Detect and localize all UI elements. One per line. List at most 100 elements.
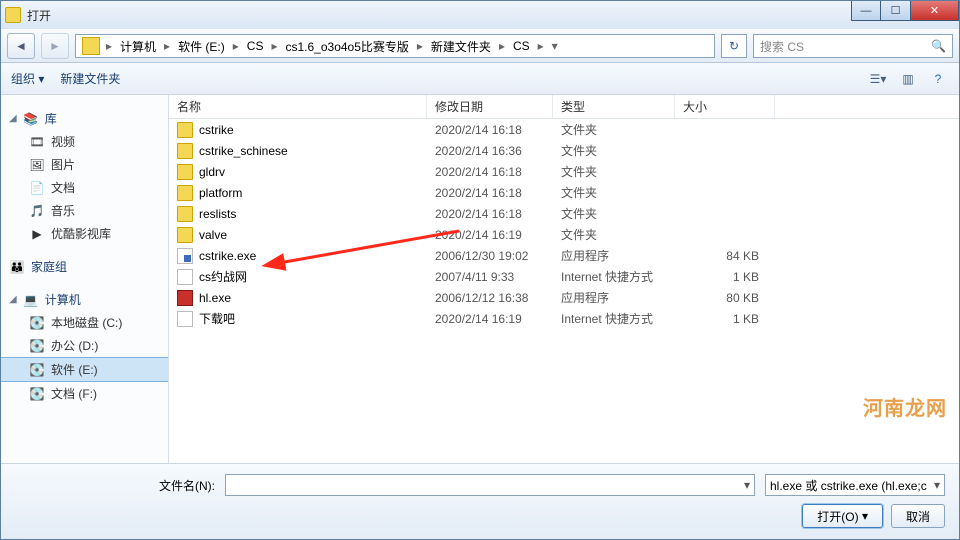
breadcrumb-item[interactable]: 软件 (E:) xyxy=(172,35,231,57)
file-row[interactable]: platform2020/2/14 16:18文件夹 xyxy=(169,182,959,203)
titlebar[interactable]: 打开 — ☐ ✕ xyxy=(1,1,959,29)
file-list-pane: 名称 修改日期 类型 大小 cstrike2020/2/14 16:18文件夹c… xyxy=(169,95,959,463)
column-type[interactable]: 类型 xyxy=(553,95,675,118)
organize-menu[interactable]: 组织 ▾ xyxy=(11,70,44,87)
file-row[interactable]: reslists2020/2/14 16:18文件夹 xyxy=(169,203,959,224)
file-name: hl.exe xyxy=(199,291,231,305)
folder-icon xyxy=(177,164,193,180)
open-dialog: 打开 — ☐ ✕ ◄ ► ▸ 计算机▸ 软件 (E:)▸ CS▸ cs1.6_o… xyxy=(0,0,960,540)
back-button[interactable]: ◄ xyxy=(7,33,35,59)
column-date[interactable]: 修改日期 xyxy=(427,95,553,118)
file-row[interactable]: cstrike_schinese2020/2/14 16:36文件夹 xyxy=(169,140,959,161)
file-type: 应用程序 xyxy=(553,247,675,264)
sidebar-item-drive-d[interactable]: 💽办公 (D:) xyxy=(1,334,168,357)
file-name: 下载吧 xyxy=(199,310,235,327)
column-name[interactable]: 名称 xyxy=(169,95,427,118)
file-size: 84 KB xyxy=(675,249,775,263)
chevron-right-icon: ▸ xyxy=(269,39,279,53)
bottom-panel: 文件名(N): ▾ hl.exe 或 cstrike.exe (hl.exe;c… xyxy=(1,463,959,539)
search-placeholder: 搜索 CS xyxy=(760,38,804,55)
sidebar-item-music[interactable]: 🎵音乐 xyxy=(1,199,168,222)
hl-icon xyxy=(177,290,193,306)
file-row[interactable]: cstrike.exe 2006/12/30 19:02应用程序84 KB xyxy=(169,245,959,266)
sidebar-item-drive-c[interactable]: 💽本地磁盘 (C:) xyxy=(1,311,168,334)
chevron-right-icon: ▸ xyxy=(536,39,546,53)
drive-icon: 💽 xyxy=(29,362,45,378)
youku-icon: ▶ xyxy=(29,226,45,242)
breadcrumb-item[interactable]: 新建文件夹 xyxy=(425,35,497,57)
file-row[interactable]: hl.exe2006/12/12 16:38应用程序80 KB xyxy=(169,287,959,308)
file-type: 文件夹 xyxy=(553,184,675,201)
folder-icon xyxy=(177,143,193,159)
computer-icon: 💻 xyxy=(23,292,39,308)
sidebar-computer[interactable]: ◢💻计算机 xyxy=(1,288,168,311)
help-button[interactable]: ? xyxy=(927,69,949,89)
forward-button[interactable]: ► xyxy=(41,33,69,59)
watermark: 河南龙网 xyxy=(863,392,947,421)
breadcrumb-item[interactable]: 计算机 xyxy=(114,35,162,57)
open-button[interactable]: 打开(O) ▾ xyxy=(802,504,883,528)
collapse-icon: ◢ xyxy=(9,294,17,305)
chevron-right-icon: ▸ xyxy=(162,39,172,53)
file-date: 2006/12/30 19:02 xyxy=(427,249,553,263)
url-icon xyxy=(177,311,193,327)
column-size[interactable]: 大小 xyxy=(675,95,775,118)
file-type: 文件夹 xyxy=(553,121,675,138)
sidebar-homegroup[interactable]: 👪家庭组 xyxy=(1,255,168,278)
sidebar-libraries[interactable]: ◢📚库 xyxy=(1,107,168,130)
file-date: 2006/12/12 16:38 xyxy=(427,291,553,305)
chevron-down-icon[interactable]: ▾ xyxy=(744,478,750,492)
sidebar-item-drive-e[interactable]: 💽软件 (E:) xyxy=(1,357,168,382)
new-folder-button[interactable]: 新建文件夹 xyxy=(60,70,120,87)
file-date: 2020/2/14 16:19 xyxy=(427,312,553,326)
window-title: 打开 xyxy=(27,7,51,24)
cancel-button[interactable]: 取消 xyxy=(891,504,945,528)
filetype-select[interactable]: hl.exe 或 cstrike.exe (hl.exe;c▾ xyxy=(765,474,945,496)
folder-icon xyxy=(177,206,193,222)
sidebar-item-youku[interactable]: ▶优酷影视库 xyxy=(1,222,168,245)
file-date: 2020/2/14 16:19 xyxy=(427,228,553,242)
file-date: 2020/2/14 16:18 xyxy=(427,123,553,137)
file-type: 文件夹 xyxy=(553,142,675,159)
minimize-button[interactable]: — xyxy=(851,1,881,21)
sidebar-item-documents[interactable]: 📄文档 xyxy=(1,176,168,199)
refresh-button[interactable]: ↻ xyxy=(721,34,747,58)
sidebar-item-drive-f[interactable]: 💽文档 (F:) xyxy=(1,382,168,405)
preview-pane-button[interactable]: ▥ xyxy=(897,69,919,89)
file-row[interactable]: 下载吧2020/2/14 16:19Internet 快捷方式1 KB xyxy=(169,308,959,329)
file-date: 2020/2/14 16:18 xyxy=(427,207,553,221)
chevron-right-icon: ▸ xyxy=(415,39,425,53)
maximize-button[interactable]: ☐ xyxy=(881,1,911,21)
chevron-right-icon: ▸ xyxy=(497,39,507,53)
file-row[interactable]: gldrv2020/2/14 16:18文件夹 xyxy=(169,161,959,182)
file-date: 2020/2/14 16:36 xyxy=(427,144,553,158)
file-date: 2007/4/11 9:33 xyxy=(427,270,553,284)
breadcrumb-item[interactable]: CS xyxy=(507,35,536,57)
file-size: 80 KB xyxy=(675,291,775,305)
chevron-right-icon: ▸ xyxy=(104,39,114,53)
sidebar-item-videos[interactable]: 🎞视频 xyxy=(1,130,168,153)
breadcrumb-item[interactable]: CS xyxy=(241,35,270,57)
file-row[interactable]: cstrike2020/2/14 16:18文件夹 xyxy=(169,119,959,140)
file-name: cstrike.exe xyxy=(199,249,256,263)
exe-icon xyxy=(177,248,193,264)
sidebar-item-pictures[interactable]: 🖼图片 xyxy=(1,153,168,176)
close-button[interactable]: ✕ xyxy=(911,1,959,21)
file-row[interactable]: valve2020/2/14 16:19文件夹 xyxy=(169,224,959,245)
view-options-button[interactable]: ☰▾ xyxy=(867,69,889,89)
file-row[interactable]: cs约战网2007/4/11 9:33Internet 快捷方式1 KB xyxy=(169,266,959,287)
file-rows: cstrike2020/2/14 16:18文件夹cstrike_schines… xyxy=(169,119,959,463)
chevron-right-icon: ▸ xyxy=(231,39,241,53)
file-name: gldrv xyxy=(199,165,225,179)
search-input[interactable]: 搜索 CS 🔍 xyxy=(753,34,953,58)
file-date: 2020/2/14 16:18 xyxy=(427,186,553,200)
drive-icon: 💽 xyxy=(29,338,45,354)
breadcrumb-item[interactable]: cs1.6_o3o4o5比赛专版 xyxy=(279,35,414,57)
file-type: Internet 快捷方式 xyxy=(553,268,675,285)
breadcrumb-dropdown[interactable]: ▾ xyxy=(546,39,564,53)
drive-icon: 💽 xyxy=(29,315,45,331)
breadcrumb[interactable]: ▸ 计算机▸ 软件 (E:)▸ CS▸ cs1.6_o3o4o5比赛专版▸ 新建… xyxy=(75,34,715,58)
filename-input[interactable]: ▾ xyxy=(225,474,755,496)
file-type: Internet 快捷方式 xyxy=(553,310,675,327)
folder-icon xyxy=(177,227,193,243)
